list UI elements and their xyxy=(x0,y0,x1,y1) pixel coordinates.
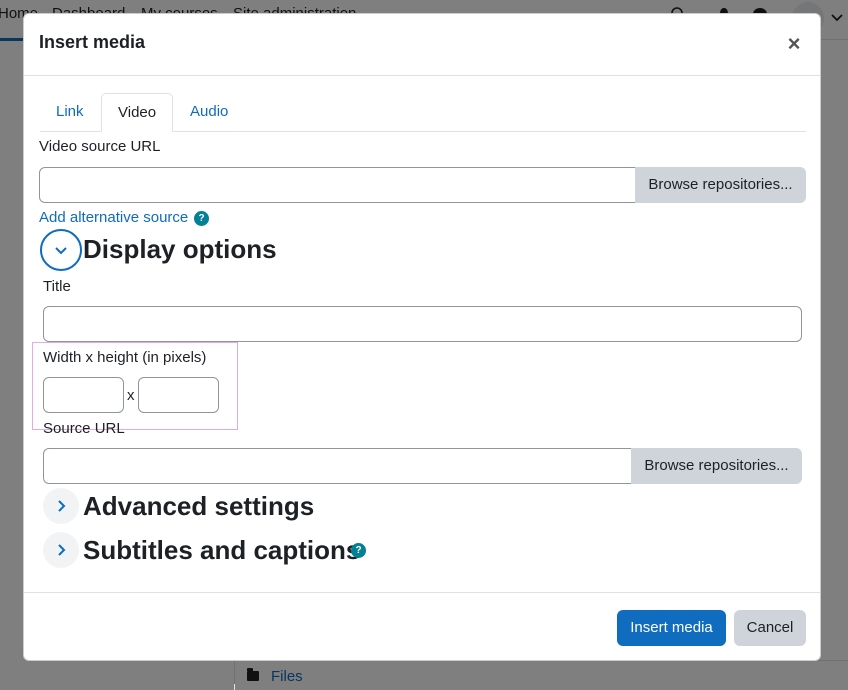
title-input[interactable] xyxy=(43,306,802,342)
source-browse-repositories-button[interactable]: Browse repositories... xyxy=(631,448,802,484)
tab-video[interactable]: Video xyxy=(101,93,174,132)
source-url-input[interactable] xyxy=(43,448,632,484)
title-label: Title xyxy=(43,278,71,295)
media-tabs: Link Video Audio xyxy=(40,93,806,132)
size-label: Width x height (in pixels) xyxy=(43,349,207,366)
tab-audio[interactable]: Audio xyxy=(174,93,244,132)
modal-footer-divider xyxy=(24,592,820,593)
tab-link[interactable]: Link xyxy=(40,93,100,132)
modal-title: Insert media xyxy=(39,32,146,52)
chevron-down-icon xyxy=(55,247,67,255)
advanced-settings-toggle[interactable] xyxy=(43,488,79,524)
height-input[interactable] xyxy=(138,377,219,413)
insert-media-button[interactable]: Insert media xyxy=(617,610,726,646)
video-source-label: Video source URL xyxy=(39,138,161,155)
subtitles-help-icon[interactable]: ? xyxy=(351,543,366,558)
chevron-right-icon xyxy=(58,500,66,512)
add-alternative-source-link[interactable]: Add alternative source xyxy=(39,209,188,226)
source-url-label: Source URL xyxy=(43,420,125,437)
cancel-button[interactable]: Cancel xyxy=(734,610,806,646)
modal-header: Insert media × xyxy=(24,14,820,76)
close-button[interactable]: × xyxy=(784,32,804,56)
size-separator: x xyxy=(127,387,135,404)
subtitles-toggle[interactable] xyxy=(43,532,79,568)
video-source-input[interactable] xyxy=(39,167,636,203)
display-options-toggle[interactable] xyxy=(40,229,82,271)
advanced-settings-title: Advanced settings xyxy=(83,491,315,521)
help-icon[interactable]: ? xyxy=(194,211,209,226)
chevron-right-icon xyxy=(58,544,66,556)
display-options-title: Display options xyxy=(83,234,277,264)
insert-media-dialog: Insert media × Link Video Audio Video so… xyxy=(23,13,821,661)
browse-repositories-button[interactable]: Browse repositories... xyxy=(635,167,806,203)
subtitles-title: Subtitles and captions xyxy=(83,535,361,565)
width-input[interactable] xyxy=(43,377,124,413)
